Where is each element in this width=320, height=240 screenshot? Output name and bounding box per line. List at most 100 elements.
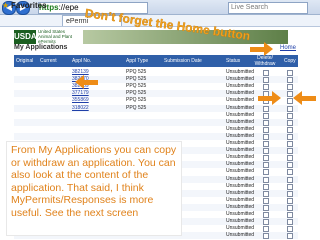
withdraw-checkbox[interactable] — [263, 233, 269, 240]
copy-checkbox[interactable] — [287, 162, 293, 169]
status-cell: Unsubmitted — [226, 196, 255, 203]
column-header[interactable]: Appl Type — [126, 58, 148, 64]
favorites-button[interactable]: Favorites — [11, 1, 47, 10]
status-cell: Unsubmitted — [226, 83, 255, 90]
table-row: 382059 PPQ 525 Unsubmitted — [14, 83, 298, 91]
status-cell: Unsubmitted — [226, 203, 255, 210]
status-cell: Unsubmitted — [226, 232, 255, 239]
status-cell: Unsubmitted — [226, 161, 255, 168]
status-cell: Unsubmitted — [226, 76, 255, 83]
withdraw-checkbox[interactable] — [263, 190, 269, 197]
status-cell: Unsubmitted — [226, 132, 255, 139]
arrow-to-withdraw — [258, 91, 282, 105]
copy-checkbox[interactable] — [287, 190, 293, 197]
copy-checkbox[interactable] — [287, 176, 293, 183]
status-cell: Unsubmitted — [226, 90, 255, 97]
withdraw-checkbox[interactable] — [263, 105, 269, 112]
withdraw-checkbox[interactable] — [263, 77, 269, 84]
appl-type: PPQ 525 — [126, 104, 147, 111]
copy-checkbox[interactable] — [287, 169, 293, 176]
withdraw-checkbox[interactable] — [263, 212, 269, 218]
table-row: 382139 PPQ 525 Unsubmitted — [14, 69, 298, 76]
withdraw-checkbox[interactable] — [263, 84, 269, 91]
copy-checkbox[interactable] — [287, 204, 293, 211]
copy-checkbox[interactable] — [287, 197, 293, 204]
status-cell: Unsubmitted — [226, 97, 255, 104]
column-header[interactable]: Copy — [284, 58, 296, 64]
copy-checkbox[interactable] — [287, 233, 293, 240]
copy-checkbox[interactable] — [287, 155, 293, 162]
table-row: Unsubmitted — [14, 126, 298, 133]
search-placeholder: Live Search — [231, 4, 268, 11]
table-row: Unsubmitted — [14, 112, 298, 119]
table-row: Unsubmitted — [14, 118, 298, 126]
copy-checkbox[interactable] — [287, 112, 293, 119]
column-header[interactable]: Submission Date — [164, 58, 202, 64]
status-cell: Unsubmitted — [226, 125, 255, 132]
appl-no-link[interactable]: 377179 — [72, 90, 89, 97]
copy-checkbox[interactable] — [287, 77, 293, 84]
column-header[interactable]: Appl No. — [72, 58, 91, 64]
appl-type: PPQ 525 — [126, 76, 147, 83]
withdraw-checkbox[interactable] — [263, 155, 269, 162]
copy-checkbox[interactable] — [287, 141, 293, 147]
explanation-callout: From My Applications you can copy or wit… — [6, 141, 182, 236]
table-row: 318022 PPQ 525 Unsubmitted — [14, 104, 298, 112]
arrow-to-copy — [292, 91, 316, 105]
table-row: 355869 PPQ 525 Unsubmitted — [14, 97, 298, 105]
withdraw-checkbox[interactable] — [263, 133, 269, 140]
withdraw-checkbox[interactable] — [263, 126, 269, 133]
status-cell: Unsubmitted — [226, 175, 255, 182]
withdraw-checkbox[interactable] — [263, 204, 269, 211]
copy-checkbox[interactable] — [287, 105, 293, 112]
appl-no-link[interactable]: 355869 — [72, 97, 89, 104]
copy-checkbox[interactable] — [287, 212, 293, 218]
search-input[interactable]: Live Search — [228, 2, 308, 14]
status-cell: Unsubmitted — [226, 189, 255, 196]
withdraw-checkbox[interactable] — [263, 112, 269, 119]
home-link[interactable]: Home — [280, 45, 296, 51]
column-header[interactable]: Delete/ Withdraw — [254, 55, 276, 67]
status-cell: Unsubmitted — [226, 104, 255, 111]
status-cell: Unsubmitted — [226, 211, 255, 217]
withdraw-checkbox[interactable] — [263, 119, 269, 126]
withdraw-checkbox[interactable] — [263, 70, 269, 76]
copy-checkbox[interactable] — [287, 70, 293, 76]
star-icon[interactable]: ★ — [2, 1, 9, 10]
agency-name: United States Animal and Plant ePermits — [38, 29, 78, 44]
withdraw-checkbox[interactable] — [263, 226, 269, 233]
status-cell: Unsubmitted — [226, 154, 255, 161]
appl-type: PPQ 525 — [126, 69, 147, 75]
withdraw-checkbox[interactable] — [263, 176, 269, 183]
copy-checkbox[interactable] — [287, 219, 293, 226]
column-header[interactable]: Original — [16, 58, 33, 64]
withdraw-checkbox[interactable] — [263, 183, 269, 190]
appl-no-link[interactable]: 318022 — [72, 105, 89, 112]
status-cell: Unsubmitted — [226, 111, 255, 118]
status-cell: Unsubmitted — [226, 69, 255, 75]
copy-checkbox[interactable] — [287, 148, 293, 155]
copy-checkbox[interactable] — [287, 133, 293, 140]
status-cell: Unsubmitted — [226, 140, 255, 146]
column-header[interactable]: Status — [226, 58, 240, 64]
withdraw-checkbox[interactable] — [263, 148, 269, 155]
withdraw-checkbox[interactable] — [263, 141, 269, 147]
usda-logo[interactable]: USDA — [14, 30, 37, 44]
copy-checkbox[interactable] — [287, 126, 293, 133]
copy-checkbox[interactable] — [287, 226, 293, 233]
status-cell: Unsubmitted — [226, 218, 255, 225]
table-row: Unsubmitted — [14, 132, 298, 140]
copy-checkbox[interactable] — [287, 119, 293, 126]
withdraw-checkbox[interactable] — [263, 162, 269, 169]
withdraw-checkbox[interactable] — [263, 169, 269, 176]
table-row: 382070 PPQ 525 Unsubmitted — [14, 76, 298, 84]
withdraw-checkbox[interactable] — [263, 219, 269, 226]
url-rest: ://epe — [58, 3, 79, 12]
copy-checkbox[interactable] — [287, 84, 293, 91]
copy-checkbox[interactable] — [287, 183, 293, 190]
appl-type: PPQ 525 — [126, 90, 147, 97]
arrow-to-appl-no — [74, 75, 98, 89]
table-row: 377179 PPQ 525 Unsubmitted — [14, 90, 298, 98]
column-header[interactable]: Current — [40, 58, 57, 64]
withdraw-checkbox[interactable] — [263, 197, 269, 204]
